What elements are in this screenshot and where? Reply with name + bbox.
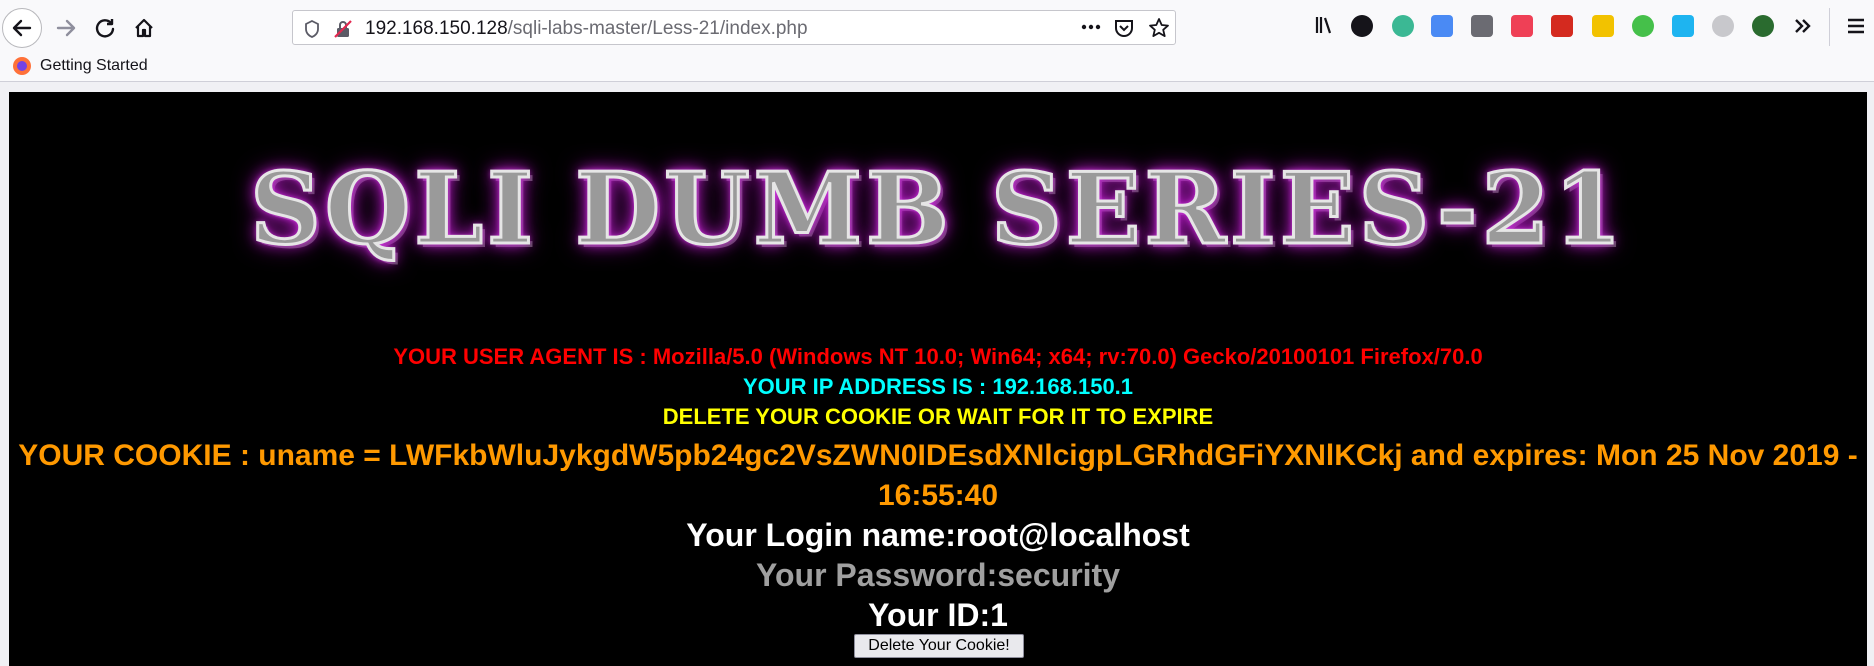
login-name-line: Your Login name:root@localhost: [686, 517, 1190, 553]
ip-address-line: YOUR IP ADDRESS IS : 192.168.150.1: [742, 374, 1134, 399]
cookie-line: YOUR COOKIE : uname = LWFkbWluJykgdW5pb2…: [18, 439, 1858, 512]
ext-gray-icon[interactable]: [1712, 15, 1734, 37]
ext-green-icon[interactable]: [1392, 15, 1414, 37]
library-icon[interactable]: [1313, 14, 1335, 36]
url-host: 192.168.150.128: [365, 18, 508, 39]
back-button[interactable]: [2, 8, 42, 48]
bookmark-label: Getting Started: [40, 57, 148, 74]
more-actions-icon[interactable]: [1079, 17, 1103, 42]
arrow-left-icon: [12, 19, 32, 37]
url-path: /sqli-labs-master/Less-21/index.php: [507, 18, 808, 39]
reader-icon[interactable]: [1471, 15, 1493, 37]
user-agent-line: YOUR USER AGENT IS : Mozilla/5.0 (Window…: [393, 344, 1483, 369]
page-content: SQLI DUMB SERIES-21 YOUR USER AGENT IS :…: [9, 92, 1867, 666]
forward-button[interactable]: [46, 8, 86, 48]
reload-icon: [95, 19, 115, 38]
user-id-line: Your ID:1: [868, 597, 1008, 633]
password-line: Your Password:security: [756, 557, 1120, 593]
pocket-icon[interactable]: [1511, 15, 1533, 37]
arrow-right-icon: [56, 19, 76, 37]
ext-blue-icon[interactable]: [1672, 15, 1694, 37]
overflow-chevron-icon[interactable]: [1792, 15, 1814, 37]
url-bar[interactable]: 192.168.150.128/sqli-labs-master/Less-21…: [292, 10, 1176, 45]
bookmark-getting-started[interactable]: Getting Started: [12, 56, 148, 76]
pdf-icon[interactable]: [1551, 15, 1573, 37]
bookmark-star-icon[interactable]: [1148, 17, 1170, 44]
home-button[interactable]: [124, 8, 164, 48]
delete-cookie-button[interactable]: Delete Your Cookie!: [854, 634, 1024, 658]
menu-icon[interactable]: [1845, 15, 1867, 37]
toolbar-divider: [1829, 8, 1830, 46]
browser-toolbar: 192.168.150.128/sqli-labs-master/Less-21…: [0, 0, 1874, 55]
account-icon[interactable]: [1351, 15, 1373, 37]
page-banner: SQLI DUMB SERIES-21: [249, 151, 1626, 269]
insecure-lock-icon[interactable]: [333, 19, 353, 44]
url-text[interactable]: 192.168.150.128/sqli-labs-master/Less-21…: [365, 18, 808, 40]
translate-icon[interactable]: [1431, 15, 1453, 37]
ext-m-icon[interactable]: [1632, 15, 1654, 37]
firefox-icon: [13, 57, 31, 75]
ext-dark-green-icon[interactable]: [1752, 15, 1774, 37]
delete-cookie-hint: DELETE YOUR COOKIE OR WAIT FOR IT TO EXP…: [662, 404, 1214, 429]
shield-icon[interactable]: [303, 19, 321, 44]
ext-yellow-icon[interactable]: [1592, 15, 1614, 37]
home-icon: [135, 18, 153, 38]
bookmarks-toolbar: Getting Started: [0, 55, 1874, 82]
pocket-save-icon[interactable]: [1113, 17, 1135, 44]
reload-button[interactable]: [85, 8, 125, 48]
